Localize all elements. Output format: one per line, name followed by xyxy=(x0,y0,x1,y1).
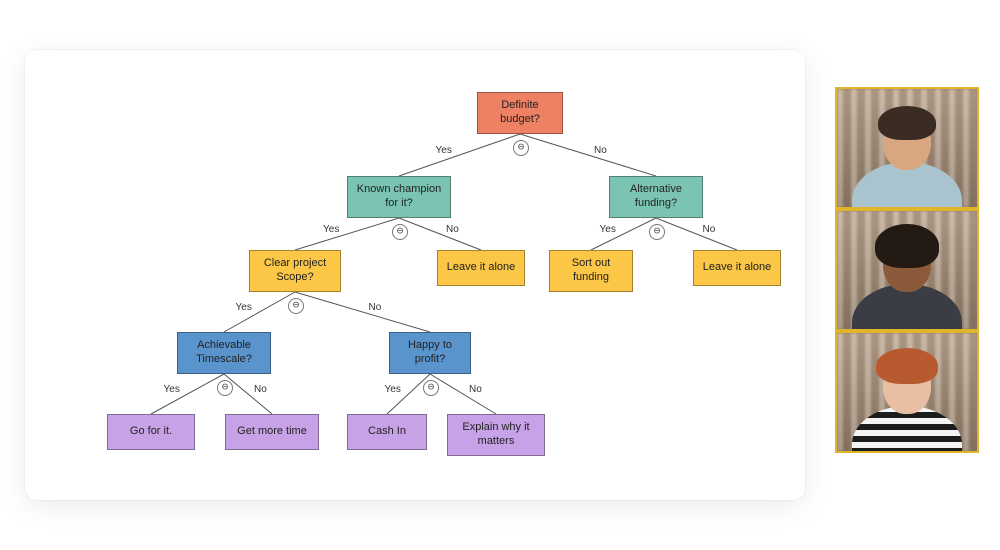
flow-node-leave2[interactable]: Leave it alone xyxy=(693,250,781,286)
avatar-icon xyxy=(862,102,952,207)
collapse-toggle-icon[interactable]: ⊖ xyxy=(649,224,665,240)
video-tile-participant-1[interactable] xyxy=(835,87,979,209)
avatar-icon xyxy=(862,346,952,451)
flow-node-time[interactable]: Achievable Timescale? xyxy=(177,332,271,374)
app-stage: Definite budget? Known champion for it? Al… xyxy=(0,0,1000,550)
collapse-toggle-icon[interactable]: ⊖ xyxy=(217,380,233,396)
collapse-toggle-icon[interactable]: ⊖ xyxy=(288,298,304,314)
flow-node-alt[interactable]: Alternative funding? xyxy=(609,176,703,218)
flow-node-scope[interactable]: Clear project Scope? xyxy=(249,250,341,292)
flow-node-root[interactable]: Definite budget? xyxy=(477,92,563,134)
flow-surface[interactable]: Definite budget? Known champion for it? Al… xyxy=(25,50,805,500)
flow-node-sort[interactable]: Sort out funding xyxy=(549,250,633,292)
flow-node-cash[interactable]: Cash In xyxy=(347,414,427,450)
flow-node-more[interactable]: Get more time xyxy=(225,414,319,450)
collapse-toggle-icon[interactable]: ⊖ xyxy=(392,224,408,240)
video-call-strip xyxy=(835,87,975,453)
flow-node-why[interactable]: Explain why it matters xyxy=(447,414,545,456)
video-tile-participant-2[interactable] xyxy=(835,209,979,331)
avatar-icon xyxy=(862,224,952,329)
video-tile-participant-3[interactable] xyxy=(835,331,979,453)
flow-node-go[interactable]: Go for it. xyxy=(107,414,195,450)
collapse-toggle-icon[interactable]: ⊖ xyxy=(513,140,529,156)
flow-node-champ[interactable]: Known champion for it? xyxy=(347,176,451,218)
diagram-canvas[interactable]: Definite budget? Known champion for it? Al… xyxy=(25,50,805,500)
collapse-toggle-icon[interactable]: ⊖ xyxy=(423,380,439,396)
flow-node-leave1[interactable]: Leave it alone xyxy=(437,250,525,286)
flow-node-happy[interactable]: Happy to profit? xyxy=(389,332,471,374)
